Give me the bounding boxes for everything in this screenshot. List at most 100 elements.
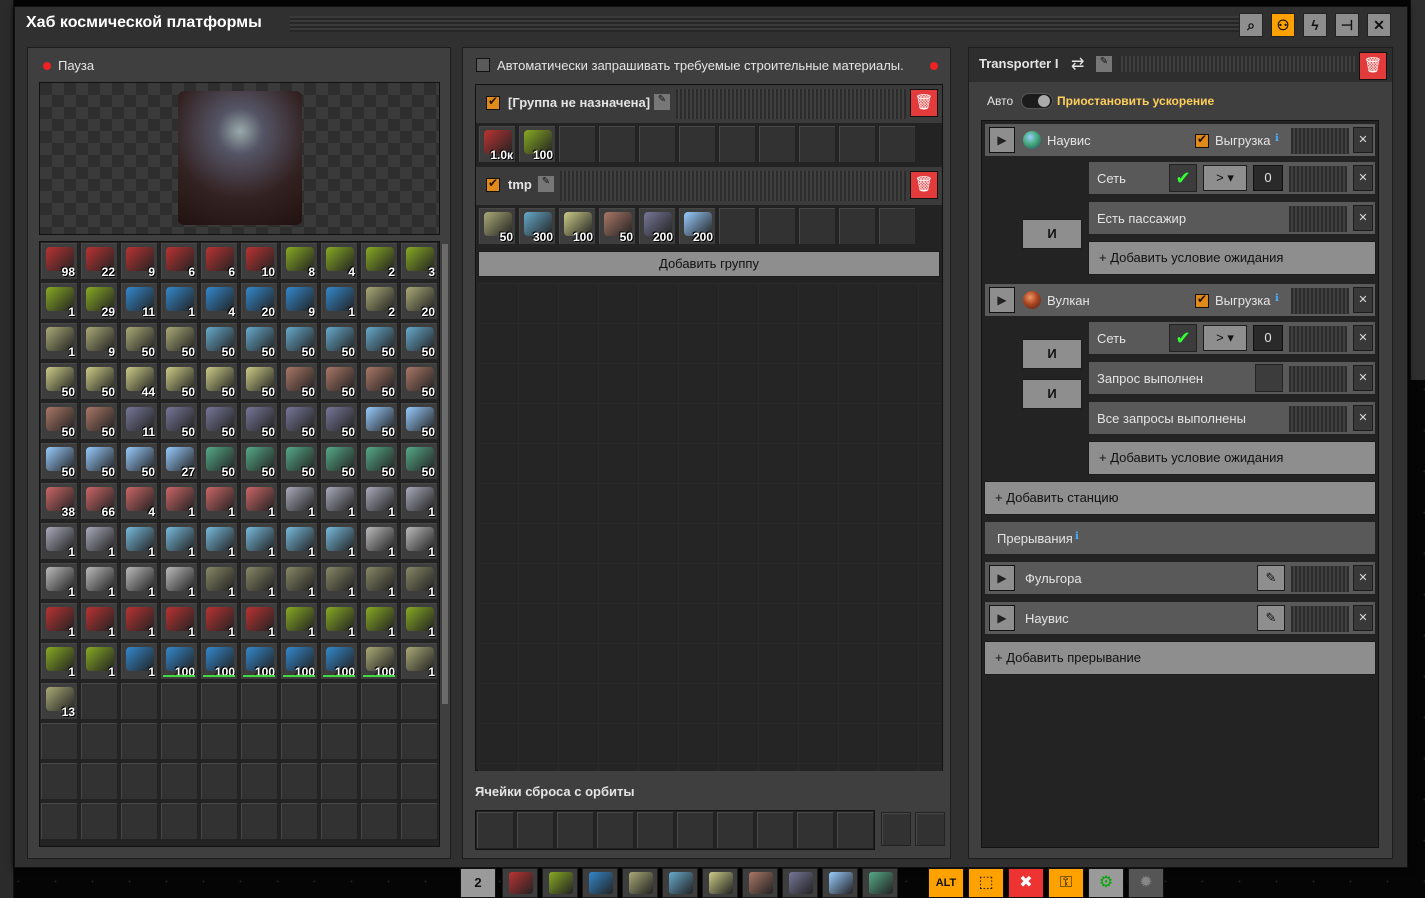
play-icon[interactable]: ▶ xyxy=(989,287,1015,313)
gear-icon[interactable]: ✹ xyxy=(1128,868,1164,898)
item-slot[interactable]: 1 xyxy=(400,602,438,640)
item-slot[interactable]: 1 xyxy=(200,602,238,640)
station-row[interactable]: ▶ Наувис Выгрузка ℹ ✕ xyxy=(984,123,1376,157)
item-slot[interactable]: 50 xyxy=(360,442,398,480)
search-icon[interactable]: ⌕ xyxy=(1239,13,1263,37)
empty-slot[interactable] xyxy=(80,762,118,800)
network-icon[interactable]: ⚇ xyxy=(1271,13,1295,37)
value-field[interactable]: 0 xyxy=(1253,165,1283,191)
item-slot[interactable]: 1 xyxy=(40,282,78,320)
item-slot[interactable]: 1 xyxy=(320,282,358,320)
item-slot[interactable]: 29 xyxy=(80,282,118,320)
titlebar[interactable]: Хаб космической платформы ⌕ ⚇ ϟ ⊣ ✕ xyxy=(15,7,1407,41)
item-slot[interactable]: 1 xyxy=(80,642,118,680)
empty-slot[interactable] xyxy=(120,722,158,760)
item-slot[interactable]: 6 xyxy=(160,242,198,280)
empty-slot[interactable] xyxy=(796,811,834,849)
empty-slot[interactable] xyxy=(80,802,118,840)
item-slot[interactable]: 50 xyxy=(200,322,238,360)
item-slot[interactable]: 66 xyxy=(80,482,118,520)
empty-slot[interactable] xyxy=(120,682,158,720)
remove-interrupt-button[interactable]: ✕ xyxy=(1353,605,1373,631)
empty-slot[interactable] xyxy=(596,811,634,849)
item-slot[interactable]: 1 xyxy=(40,522,78,560)
item-slot[interactable]: 11 xyxy=(120,282,158,320)
empty-slot[interactable] xyxy=(280,682,318,720)
play-icon[interactable]: ▶ xyxy=(989,605,1015,631)
and-button[interactable]: И xyxy=(1022,379,1082,409)
empty-slot[interactable] xyxy=(758,125,796,163)
empty-slot[interactable] xyxy=(558,125,596,163)
empty-slot[interactable] xyxy=(400,722,438,760)
item-slot[interactable]: 2 xyxy=(360,282,398,320)
empty-slot[interactable] xyxy=(838,125,876,163)
empty-slot[interactable] xyxy=(718,207,756,245)
hotbar-slot[interactable] xyxy=(822,868,858,898)
hotbar-slot[interactable] xyxy=(782,868,818,898)
empty-slot[interactable] xyxy=(160,762,198,800)
edit-icon[interactable]: ✎ xyxy=(1257,605,1285,631)
item-slot[interactable]: 300 xyxy=(518,207,556,245)
item-slot[interactable]: 50 xyxy=(40,402,78,440)
empty-slot[interactable] xyxy=(756,811,794,849)
item-icon[interactable] xyxy=(1255,364,1283,392)
item-slot[interactable]: 50 xyxy=(200,362,238,400)
empty-slot[interactable] xyxy=(400,682,438,720)
item-slot[interactable]: 9 xyxy=(120,242,158,280)
check-signal-icon[interactable]: ✔ xyxy=(1169,324,1197,352)
empty-slot[interactable] xyxy=(360,722,398,760)
unload-checkbox[interactable] xyxy=(1195,132,1209,148)
item-slot[interactable]: 50 xyxy=(280,402,318,440)
item-slot[interactable]: 100 xyxy=(280,642,318,680)
edit-icon[interactable]: ✎ xyxy=(1257,565,1285,591)
empty-slot[interactable] xyxy=(240,762,278,800)
item-slot[interactable]: 1 xyxy=(320,522,358,560)
empty-slot[interactable] xyxy=(40,762,78,800)
item-slot[interactable]: 1 xyxy=(120,562,158,600)
item-slot[interactable]: 9 xyxy=(80,322,118,360)
empty-slot[interactable] xyxy=(360,802,398,840)
empty-slot[interactable] xyxy=(200,762,238,800)
empty-slot[interactable] xyxy=(798,207,836,245)
item-slot[interactable]: 1 xyxy=(120,602,158,640)
item-slot[interactable]: 100 xyxy=(320,642,358,680)
remove-condition-button[interactable]: ✕ xyxy=(1353,205,1373,231)
item-slot[interactable]: 1 xyxy=(200,522,238,560)
empty-slot[interactable] xyxy=(476,811,514,849)
delete-group-button[interactable]: 🗑 xyxy=(910,89,938,117)
edit-icon[interactable]: ✎ xyxy=(538,176,554,192)
item-slot[interactable]: 1 xyxy=(360,482,398,520)
inventory-scrollbar[interactable] xyxy=(442,244,448,704)
item-slot[interactable]: 1 xyxy=(240,482,278,520)
group-checkbox[interactable] xyxy=(486,94,500,110)
empty-slot[interactable] xyxy=(878,207,916,245)
empty-slot[interactable] xyxy=(598,125,636,163)
item-slot[interactable]: 1 xyxy=(160,522,198,560)
interrupt-row[interactable]: ▶ Наувис ✎ ✕ xyxy=(984,601,1376,635)
hotbar-slot[interactable] xyxy=(662,868,698,898)
item-slot[interactable]: 50 xyxy=(160,322,198,360)
auto-toggle[interactable] xyxy=(1021,93,1053,109)
empty-slot[interactable] xyxy=(160,682,198,720)
drag-handle[interactable] xyxy=(290,16,1240,32)
item-slot[interactable]: 50 xyxy=(400,402,438,440)
item-slot[interactable]: 1 xyxy=(80,602,118,640)
item-slot[interactable]: 50 xyxy=(200,402,238,440)
and-button[interactable]: И xyxy=(1022,219,1082,249)
edit-icon[interactable]: ✎ xyxy=(1096,56,1112,72)
item-slot[interactable]: 1 xyxy=(160,282,198,320)
item-slot[interactable]: 50 xyxy=(320,362,358,400)
item-slot[interactable]: 27 xyxy=(160,442,198,480)
item-slot[interactable]: 1 xyxy=(160,562,198,600)
item-slot[interactable]: 50 xyxy=(80,362,118,400)
platform-preview[interactable] xyxy=(39,82,440,235)
item-slot[interactable]: 1 xyxy=(280,482,318,520)
switch-icon[interactable]: ⇄ xyxy=(1071,54,1084,74)
item-slot[interactable]: 50 xyxy=(240,402,278,440)
empty-slot[interactable] xyxy=(200,802,238,840)
alt-mode-button[interactable]: ALT xyxy=(928,868,964,898)
add-wait-button[interactable]: + Добавить условие ожидания xyxy=(1088,241,1376,275)
item-slot[interactable]: 1 xyxy=(320,482,358,520)
empty-slot[interactable] xyxy=(160,802,198,840)
empty-slot[interactable] xyxy=(40,802,78,840)
